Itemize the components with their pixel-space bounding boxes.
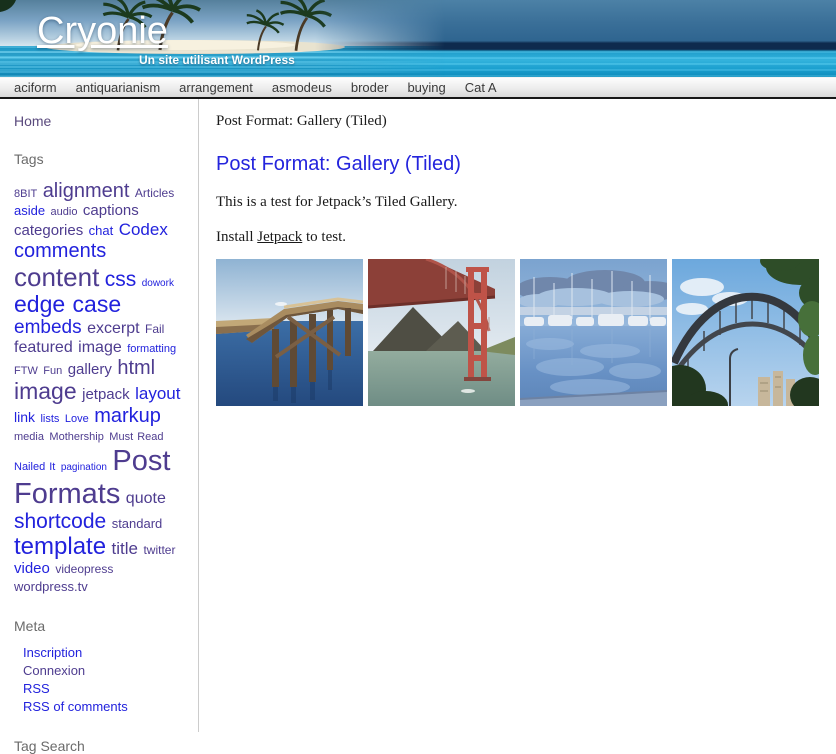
archive-page-header: Post Format: Gallery (Tiled) bbox=[216, 113, 387, 129]
jetpack-link[interactable]: Jetpack bbox=[257, 229, 302, 245]
gallery-image-blue-marina[interactable] bbox=[520, 259, 667, 406]
tag-excerpt[interactable]: excerpt bbox=[87, 320, 139, 337]
nav-item-broder[interactable]: broder bbox=[351, 80, 389, 95]
tag-shortcode[interactable]: shortcode bbox=[14, 510, 106, 533]
tag-css[interactable]: css bbox=[105, 268, 137, 291]
tag-link[interactable]: link bbox=[14, 409, 35, 425]
meta-list-item: RSS bbox=[23, 680, 187, 698]
meta-list-item: RSS of comments bbox=[23, 698, 187, 716]
tag-html[interactable]: html bbox=[117, 357, 155, 379]
tag-standard[interactable]: standard bbox=[112, 516, 163, 531]
tag-fail[interactable]: Fail bbox=[145, 322, 164, 336]
sidebar-item-inscription[interactable]: Inscription bbox=[23, 645, 82, 660]
tag-articles[interactable]: Articles bbox=[135, 186, 174, 200]
sidebar-item-rss[interactable]: RSS bbox=[23, 681, 50, 696]
nav-item-antiquarianism[interactable]: antiquarianism bbox=[76, 80, 161, 95]
gallery-image-wooden-pier[interactable] bbox=[216, 259, 363, 406]
tag-8bit[interactable]: 8BIT bbox=[14, 188, 37, 200]
post-title-link[interactable]: Post Format: Gallery (Tiled) bbox=[216, 153, 461, 176]
tag-cloud: 8BIT alignment Articles aside audio capt… bbox=[14, 180, 190, 596]
tag-videopress[interactable]: videopress bbox=[55, 562, 113, 576]
tag-love[interactable]: Love bbox=[65, 413, 89, 425]
sidebar: Home Tags 8BIT alignment Articles aside … bbox=[0, 99, 199, 754]
sidebar-item-connexion[interactable]: Connexion bbox=[23, 663, 85, 678]
post-paragraph-2: Install Jetpack to test. bbox=[216, 229, 346, 245]
meta-list-item: Inscription bbox=[23, 644, 187, 662]
tag-image[interactable]: image bbox=[14, 378, 77, 404]
nav-item-aciform[interactable]: aciform bbox=[14, 80, 57, 95]
tag-alignment[interactable]: alignment bbox=[43, 180, 130, 202]
nav-item-asmodeus[interactable]: asmodeus bbox=[272, 80, 332, 95]
tag-categories[interactable]: categories bbox=[14, 222, 83, 239]
tag-layout[interactable]: layout bbox=[135, 384, 180, 403]
tag-captions[interactable]: captions bbox=[83, 202, 139, 219]
tag-twitter[interactable]: twitter bbox=[143, 543, 175, 557]
nav-item-cat-a[interactable]: Cat A bbox=[465, 80, 497, 95]
tag-formatting[interactable]: formatting bbox=[127, 343, 176, 355]
sidebar-item-home[interactable]: Home bbox=[14, 113, 187, 129]
tag-edge-case[interactable]: edge case bbox=[14, 291, 121, 317]
tag-lists[interactable]: lists bbox=[40, 413, 59, 425]
tag-pagination[interactable]: pagination bbox=[61, 462, 107, 473]
tag-ftw[interactable]: FTW bbox=[14, 365, 38, 377]
tag-aside[interactable]: aside bbox=[14, 203, 45, 219]
tag-template[interactable]: template bbox=[14, 533, 106, 560]
meta-list: Inscription Connexion RSS RSS of comments bbox=[14, 644, 187, 716]
tag-chat[interactable]: chat bbox=[89, 223, 114, 239]
tag-audio[interactable]: audio bbox=[51, 206, 78, 218]
gallery-image-harbour-bridge[interactable] bbox=[672, 259, 819, 406]
sidebar-item-rss-of-comments[interactable]: RSS of comments bbox=[23, 699, 128, 714]
tag-featured-image[interactable]: featured image bbox=[14, 339, 122, 356]
nav-menu: aciform antiquarianism arrangement asmodeus… bbox=[0, 77, 836, 99]
post-paragraph-1: This is a test for Jetpack’s Tiled Galle… bbox=[216, 194, 458, 210]
tag-must-read[interactable]: Must Read bbox=[109, 431, 163, 443]
tags-heading: Tags bbox=[14, 151, 44, 167]
tag-title[interactable]: title bbox=[112, 539, 138, 558]
tag-jetpack[interactable]: jetpack bbox=[82, 386, 130, 403]
tag-markup[interactable]: markup bbox=[94, 405, 161, 427]
meta-heading: Meta bbox=[14, 618, 46, 635]
site-title[interactable]: Cryonie bbox=[37, 10, 168, 53]
tag-comments[interactable]: comments bbox=[14, 240, 106, 262]
tiled-gallery bbox=[216, 259, 828, 406]
tag-mothership[interactable]: Mothership bbox=[49, 431, 103, 443]
tag-media[interactable]: media bbox=[14, 431, 44, 443]
tag-content[interactable]: content bbox=[14, 262, 99, 292]
tag-embeds[interactable]: embeds bbox=[14, 317, 82, 338]
tag-search-heading: Tag Search bbox=[14, 738, 85, 754]
tag-video[interactable]: video bbox=[14, 560, 50, 577]
tag-nailed-it[interactable]: Nailed It bbox=[14, 461, 55, 473]
tag-dowork[interactable]: dowork bbox=[142, 278, 174, 289]
tag-fun[interactable]: Fun bbox=[43, 365, 62, 377]
nav-item-arrangement[interactable]: arrangement bbox=[179, 80, 253, 95]
tag-gallery[interactable]: gallery bbox=[68, 361, 112, 378]
main-content: Post Format: Gallery (Tiled) Post Format… bbox=[199, 99, 836, 732]
gallery-image-golden-gate[interactable] bbox=[368, 259, 515, 406]
tag-wordpress-tv[interactable]: wordpress.tv bbox=[14, 579, 88, 595]
tag-codex[interactable]: Codex bbox=[119, 220, 168, 239]
nav-item-buying[interactable]: buying bbox=[407, 80, 445, 95]
site-tagline: Un site utilisant WordPress bbox=[139, 53, 295, 67]
header-banner: Cryonie Un site utilisant WordPress bbox=[0, 0, 836, 77]
tag-quote[interactable]: quote bbox=[126, 490, 166, 507]
meta-list-item: Connexion bbox=[23, 662, 187, 680]
